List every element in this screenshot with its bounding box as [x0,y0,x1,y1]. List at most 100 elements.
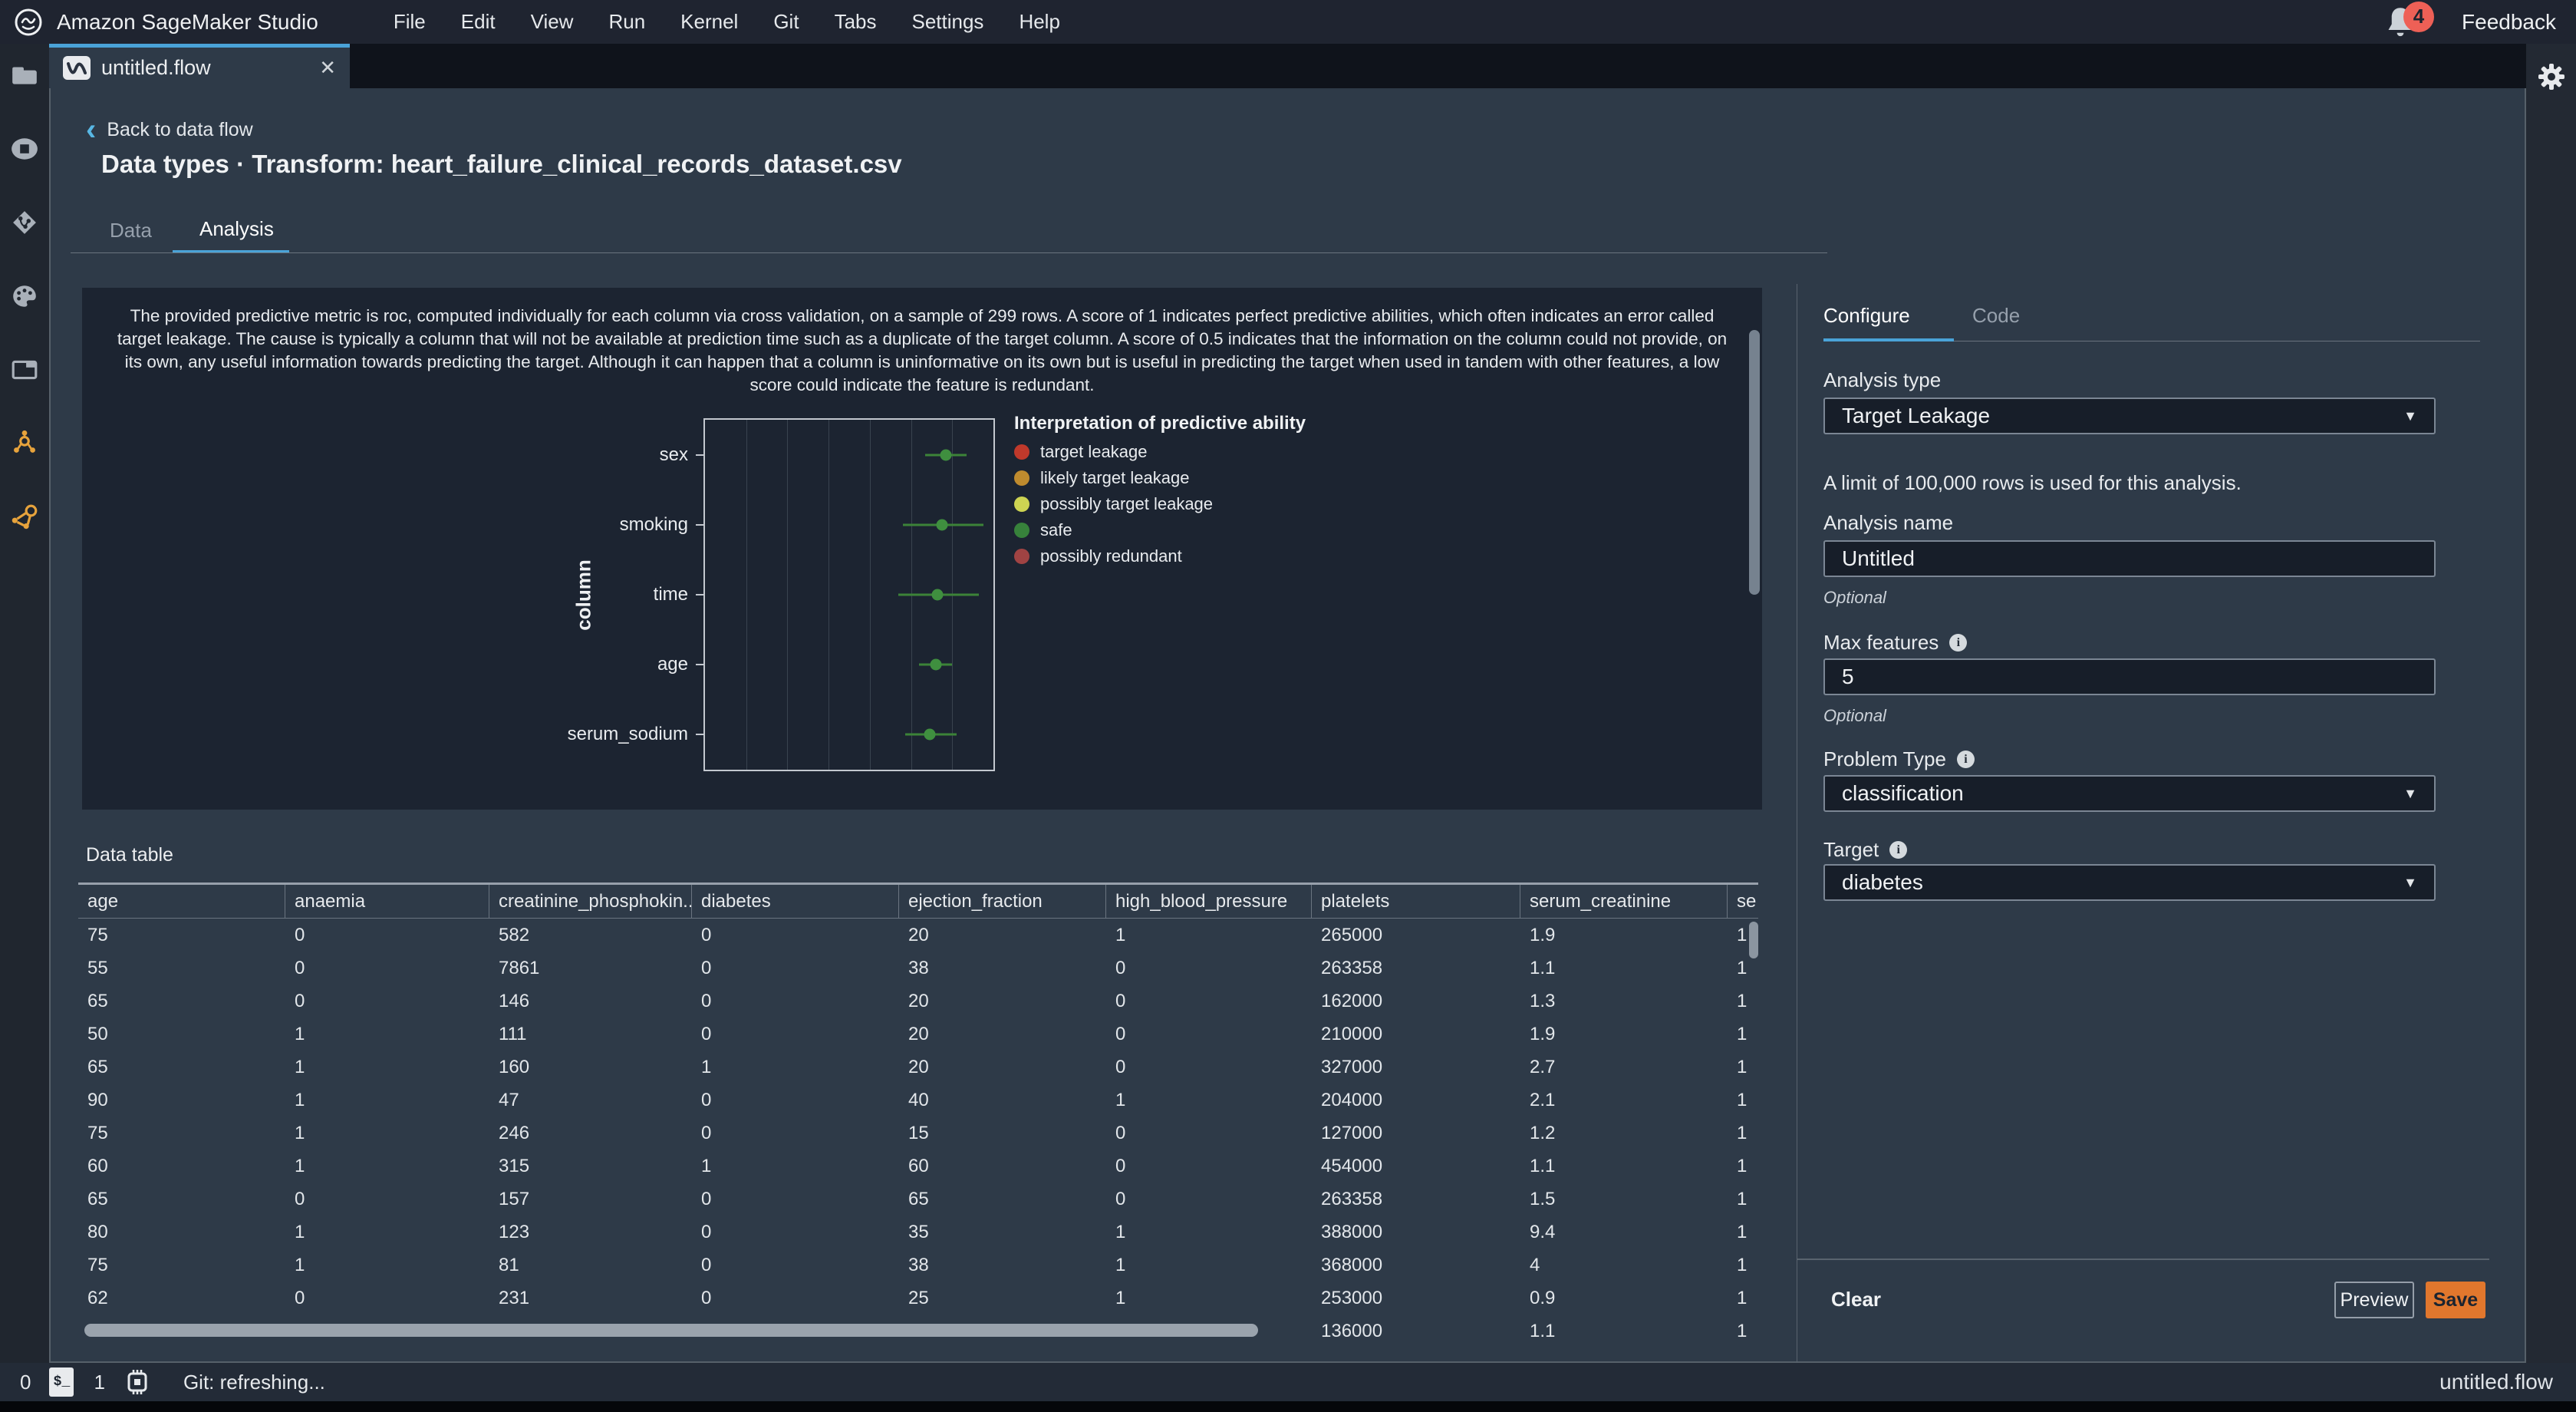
analysis-name-input[interactable] [1823,540,2436,577]
chart-category-label: sex [659,444,688,465]
info-icon[interactable]: i [1956,751,1975,768]
gridline [746,420,747,770]
back-to-data-flow-link[interactable]: ‹ Back to data flow [86,113,253,147]
menu-item-tabs[interactable]: Tabs [835,10,877,34]
table-cell: 0 [701,990,712,1011]
menu-item-settings[interactable]: Settings [911,10,983,34]
menu-item-run[interactable]: Run [608,10,645,34]
tab-data[interactable]: Data [110,219,152,242]
table-cell: 157 [499,1188,530,1209]
table-cell: 123 [499,1221,530,1242]
components-cluster-icon[interactable] [10,429,39,458]
table-cell: 146 [499,990,530,1011]
menu-item-help[interactable]: Help [1019,10,1059,34]
analysis-type-select[interactable]: Target Leakage ▼ [1823,398,2436,434]
info-icon[interactable]: i [1949,634,1968,652]
table-cell: 20 [908,924,929,945]
data-point [931,589,944,601]
table-cell: 0 [1115,1023,1126,1044]
table-cell: 204000 [1321,1089,1383,1110]
table-vertical-scrollbar[interactable] [1749,922,1758,958]
table-cell: 65 [87,1056,108,1077]
cpu-chip-icon[interactable] [124,1368,151,1396]
table-row: 75 1 246 0 15 0 127000 1.2 1 [78,1117,1758,1150]
git-status[interactable]: Git: refreshing... [183,1371,325,1394]
data-table-heading: Data table [86,844,173,866]
menu-item-kernel[interactable]: Kernel [680,10,738,34]
save-button[interactable]: Save [2426,1282,2485,1318]
table-horizontal-scrollbar[interactable] [84,1324,1258,1337]
clear-button[interactable]: Clear [1831,1288,1881,1311]
table-cell: 368000 [1321,1254,1383,1275]
table-cell: 90 [87,1089,108,1110]
max-features-input[interactable] [1823,658,2436,695]
column-header: age [78,885,285,918]
analysis-type-label: Analysis type [1823,368,1942,391]
table-cell: 1.9 [1530,924,1556,945]
target-value: diabetes [1842,870,1923,894]
table-cell: 1.1 [1530,1155,1556,1176]
table-cell: 0 [1115,1155,1126,1176]
table-row: 90 1 47 0 40 1 204000 2.1 1 [78,1084,1758,1117]
row-limit-note: A limit of 100,000 rows is used for this… [1823,471,2242,494]
problem-type-value: classification [1842,781,1964,805]
menu-item-view[interactable]: View [531,10,574,34]
chevron-left-icon: ‹ [86,113,97,147]
legend-item: likely target leakage [1014,468,1306,488]
tab-analysis[interactable]: Analysis [199,217,274,241]
preview-button[interactable]: Preview [2334,1282,2414,1318]
table-cell: 1 [295,1155,305,1176]
tab-code[interactable]: Code [1972,304,2020,328]
git-branch-icon[interactable] [10,208,39,237]
data-flow-graph-icon[interactable] [10,503,39,532]
table-cell: 1 [1115,924,1126,945]
menu-item-git[interactable]: Git [773,10,799,34]
legend-color-dot [1014,470,1029,486]
table-cell: 20 [908,990,929,1011]
table-row: 65 0 146 0 20 0 162000 1.3 1 [78,985,1758,1018]
table-cell: 9.4 [1530,1221,1556,1242]
table-cell: 40 [908,1089,929,1110]
menu-item-edit[interactable]: Edit [461,10,496,34]
analysis-panel-scrollbar[interactable] [1749,330,1760,595]
max-features-hint: Optional [1823,706,1886,725]
table-cell: 263358 [1321,957,1383,978]
table-cell: 315 [499,1155,530,1176]
problem-type-select[interactable]: classification ▼ [1823,775,2436,812]
table-cell: 253000 [1321,1287,1383,1308]
flow-document: ‹ Back to data flow Data types · Transfo… [49,88,2526,1363]
open-tabs-icon[interactable] [10,355,39,384]
notification-badge: 4 [2403,1,2435,32]
tab-untitled-flow[interactable]: untitled.flow ✕ [49,44,350,88]
table-cell: 60 [87,1155,108,1176]
terminal-icon[interactable]: $_ [49,1367,74,1397]
palette-icon[interactable] [10,282,39,311]
gear-icon[interactable] [2537,62,2566,91]
axis-tick [696,664,705,666]
menu-items: File Edit View Run Kernel Git Tabs Settings Help [394,10,1060,34]
back-link-label: Back to data flow [107,119,253,140]
table-cell: 210000 [1321,1023,1383,1044]
table-cell: 265000 [1321,924,1383,945]
table-cell: 136000 [1321,1320,1383,1340]
legend-label: possibly target leakage [1040,494,1214,513]
folder-icon[interactable] [10,61,39,90]
table-cell: 0 [295,924,305,945]
feedback-link[interactable]: Feedback [2462,10,2556,35]
tab-configure[interactable]: Configure [1823,304,1910,328]
table-cell: 1 [1737,1188,1748,1209]
menu-item-file[interactable]: File [394,10,426,34]
table-cell: 1 [295,1221,305,1242]
info-icon[interactable]: i [1889,841,1908,859]
table-cell: 1 [295,1089,305,1110]
analysis-name-hint: Optional [1823,588,1886,607]
notifications-button[interactable]: 4 [2385,1,2435,40]
running-instances-icon[interactable] [10,134,39,163]
legend-item: possibly target leakage [1014,494,1306,514]
target-select[interactable]: diabetes ▼ [1823,864,2436,901]
chevron-down-icon: ▼ [2403,407,2417,424]
column-header: ejection_fraction [899,885,1106,918]
close-icon[interactable]: ✕ [319,56,336,80]
table-cell: 20 [908,1023,929,1044]
table-cell: 0 [701,1122,712,1143]
